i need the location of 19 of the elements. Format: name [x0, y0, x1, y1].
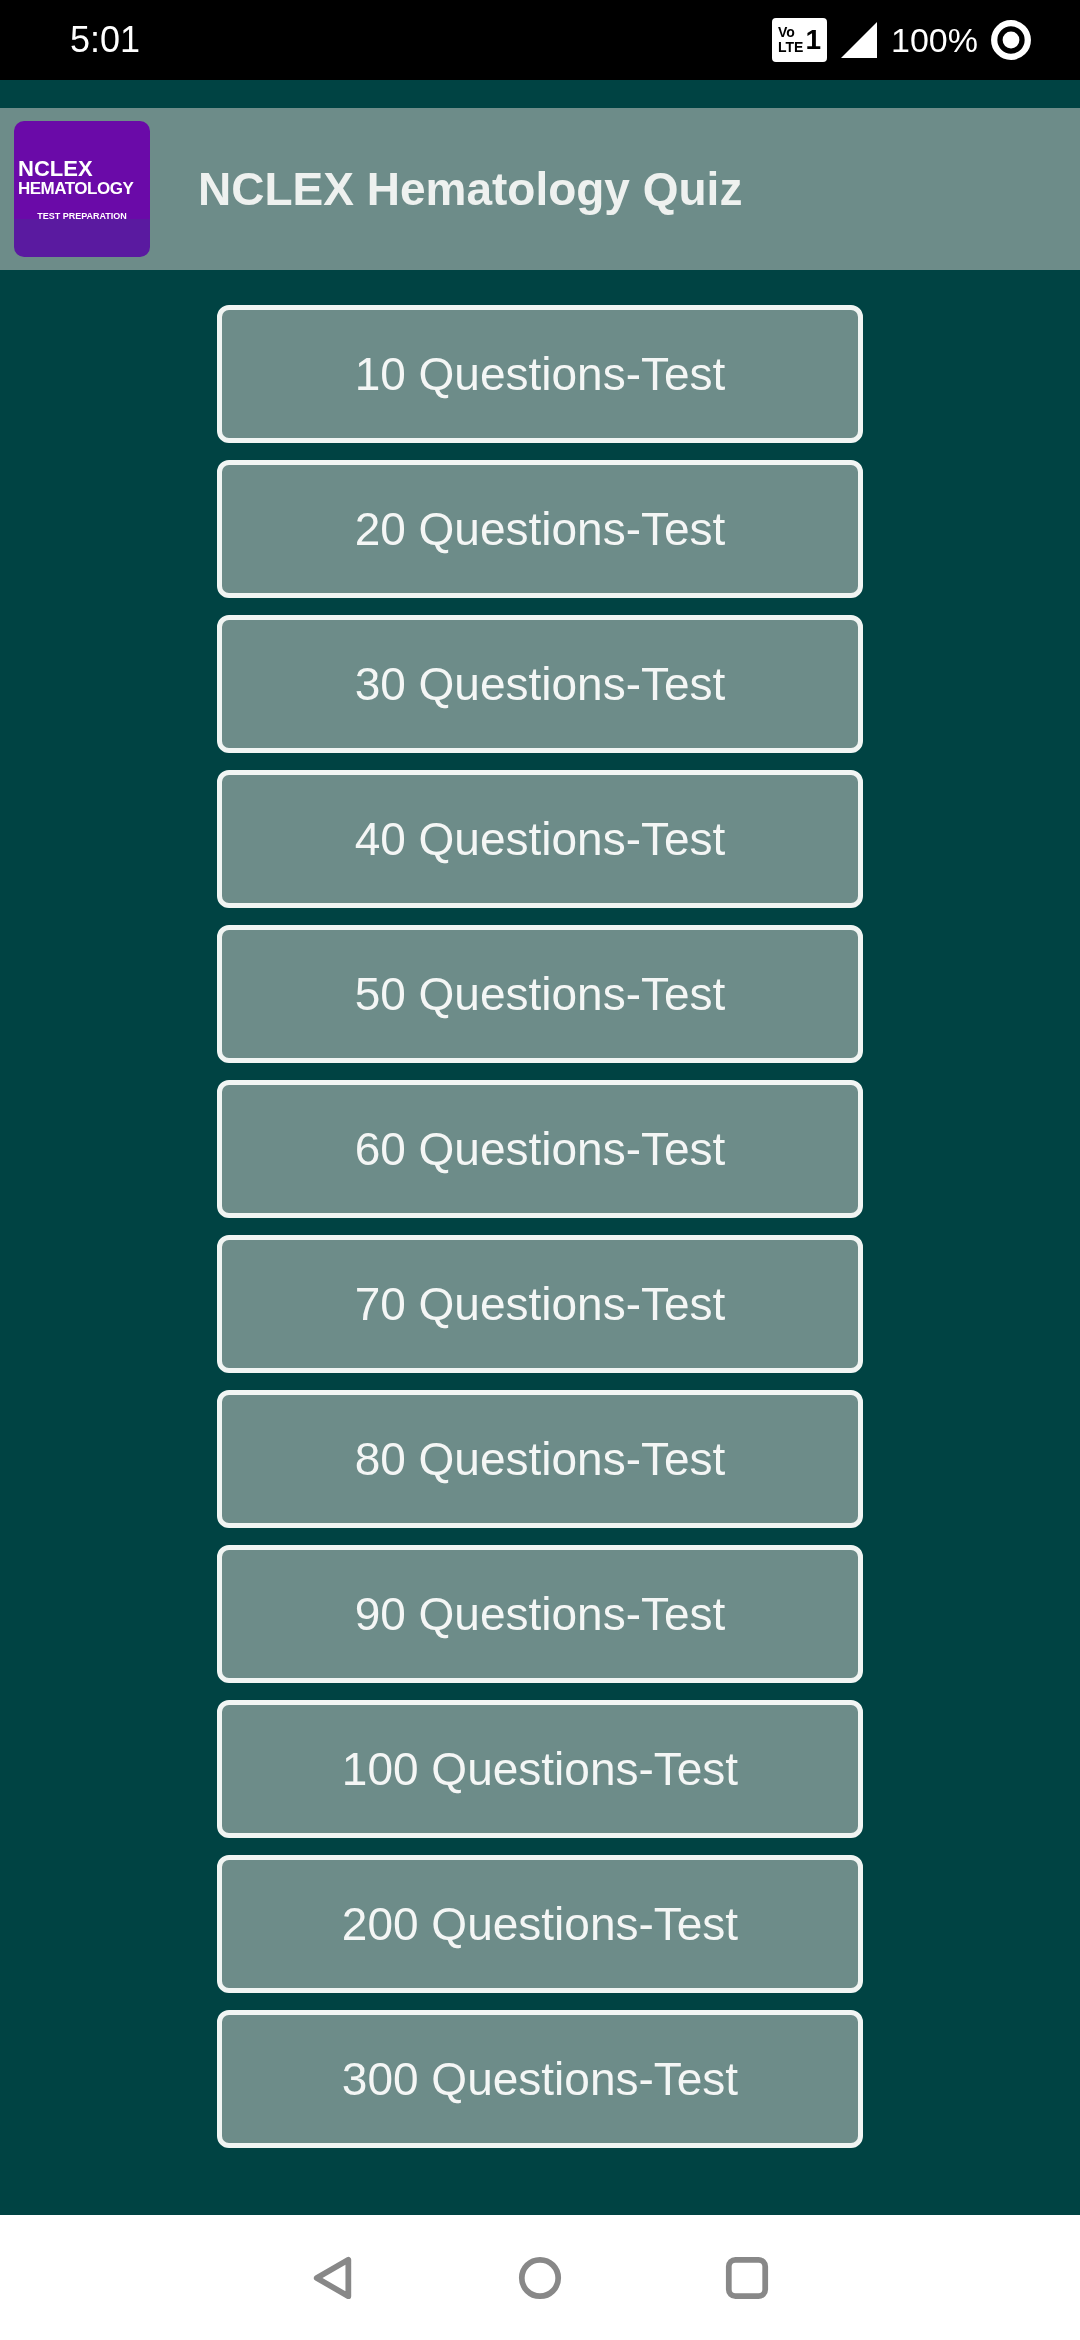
- home-icon[interactable]: [517, 2254, 563, 2301]
- test-button[interactable]: 300 Questions-Test: [217, 2010, 863, 2148]
- test-button[interactable]: 10 Questions-Test: [217, 305, 863, 443]
- test-button[interactable]: 60 Questions-Test: [217, 1080, 863, 1218]
- app-logo: NCLEX HEMATOLOGY TEST PREPARATION: [14, 121, 150, 257]
- test-button[interactable]: 200 Questions-Test: [217, 1855, 863, 1993]
- test-button[interactable]: 100 Questions-Test: [217, 1700, 863, 1838]
- app-title: NCLEX Hematology Quiz: [198, 162, 743, 216]
- recents-icon[interactable]: [723, 2254, 770, 2301]
- status-time: 5:01: [70, 19, 141, 61]
- test-button[interactable]: 90 Questions-Test: [217, 1545, 863, 1683]
- test-button[interactable]: 30 Questions-Test: [217, 615, 863, 753]
- battery-level: 100%: [891, 20, 978, 60]
- test-button[interactable]: 80 Questions-Test: [217, 1390, 863, 1528]
- test-button[interactable]: 20 Questions-Test: [217, 460, 863, 598]
- test-button[interactable]: 40 Questions-Test: [217, 770, 863, 908]
- test-button[interactable]: 70 Questions-Test: [217, 1235, 863, 1373]
- signal-icon: [839, 20, 880, 60]
- test-button[interactable]: 50 Questions-Test: [217, 925, 863, 1063]
